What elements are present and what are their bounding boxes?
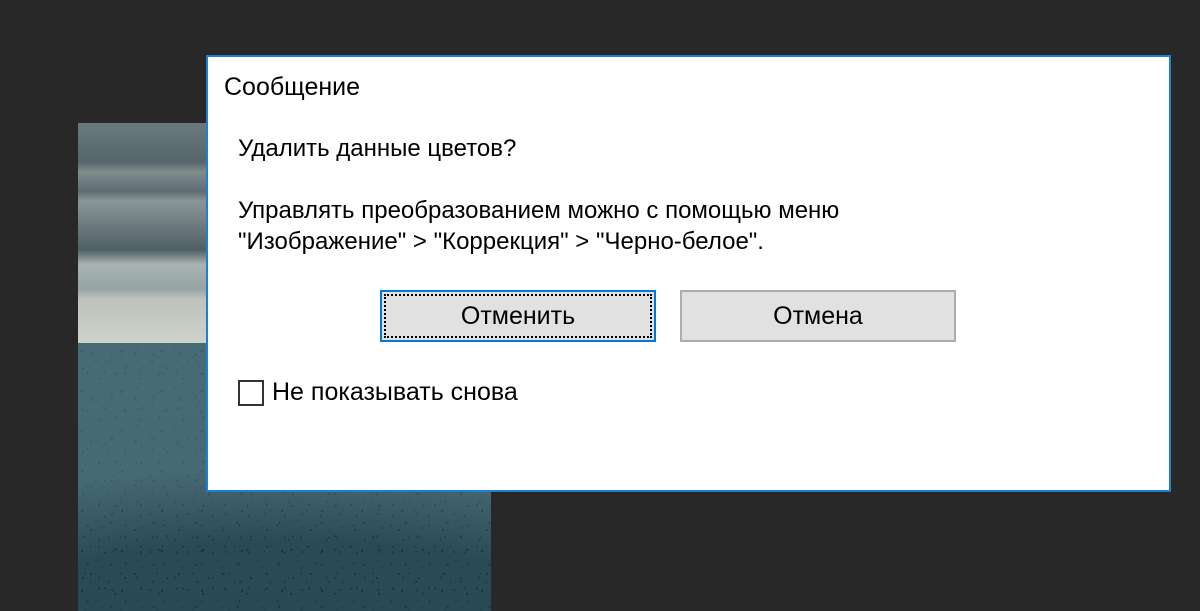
dont-show-again-checkbox[interactable] xyxy=(238,380,264,406)
dialog-body: Удалить данные цветов? Управлять преобра… xyxy=(208,107,1169,490)
dont-show-again-label: Не показывать снова xyxy=(272,376,518,409)
dialog-title: Сообщение xyxy=(224,73,360,102)
cancel-button-label: Отмена xyxy=(773,300,863,333)
confirm-button[interactable]: Отменить xyxy=(380,290,656,342)
dialog-hint-line1: Управлять преобразованием можно с помощь… xyxy=(238,195,1169,227)
dialog-hint-line2: "Изображение" > "Коррекция" > "Черно-бел… xyxy=(238,226,1169,258)
dialog-footer: Не показывать снова xyxy=(238,376,1169,409)
cancel-button[interactable]: Отмена xyxy=(680,290,956,342)
dialog-button-row: Отменить Отмена xyxy=(238,290,1169,342)
dialog-hint-text: Управлять преобразованием можно с помощь… xyxy=(238,195,1169,258)
dialog-titlebar[interactable]: Сообщение xyxy=(208,57,1169,107)
confirm-button-label: Отменить xyxy=(461,300,575,333)
dialog-question-text: Удалить данные цветов? xyxy=(238,133,1169,165)
message-dialog: Сообщение Удалить данные цветов? Управля… xyxy=(206,55,1171,492)
